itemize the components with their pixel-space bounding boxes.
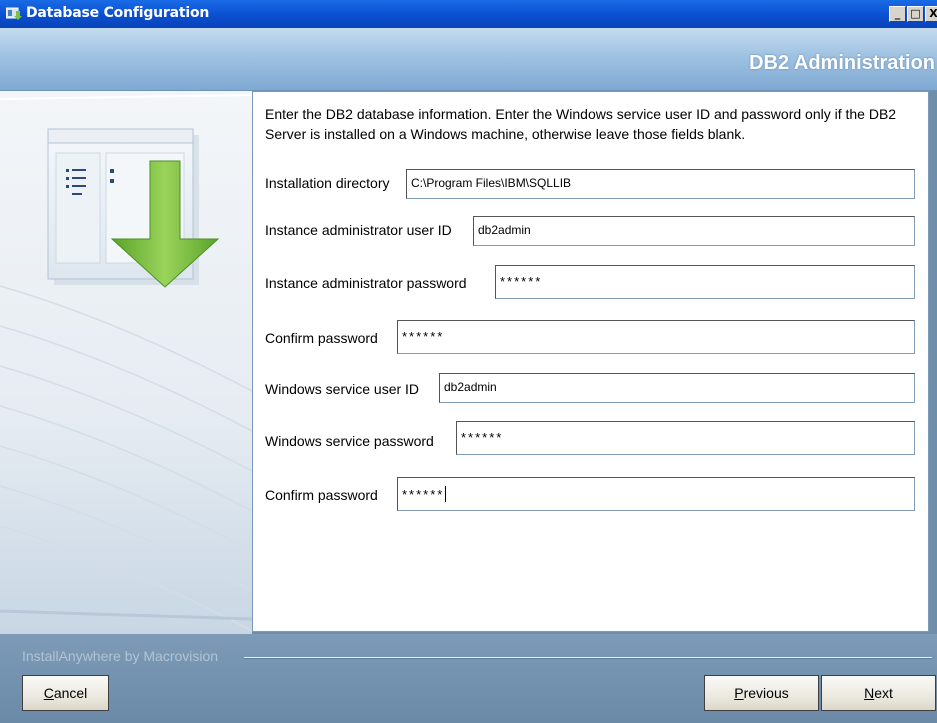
admin-user-input[interactable]: db2admin: [473, 216, 915, 246]
confirm-password-1-label: Confirm password: [265, 330, 378, 346]
admin-user-row: Instance administrator user ID db2admin: [265, 216, 915, 248]
installer-window: Database Configuration _ □ X DB2 Adminis…: [0, 0, 937, 723]
service-user-label: Windows service user ID: [265, 381, 420, 397]
cancel-label: ancel: [53, 685, 88, 701]
confirm-password-2-value: ******: [402, 487, 445, 502]
footer-divider: [244, 657, 932, 659]
close-button[interactable]: X: [925, 6, 937, 22]
service-password-input[interactable]: ******: [456, 421, 915, 455]
cancel-button[interactable]: Cancel: [22, 675, 109, 711]
admin-password-row: Instance administrator password ******: [265, 265, 915, 299]
confirm-password-1-row: Confirm password ******: [265, 320, 915, 354]
install-dir-input[interactable]: C:\Program Files\IBM\SQLLIB: [406, 169, 915, 199]
previous-label: revious: [743, 685, 789, 701]
cancel-mnemonic: C: [43, 685, 54, 701]
next-mnemonic: N: [864, 685, 875, 701]
installer-app-icon: [6, 7, 22, 20]
install-dir-label: Installation directory: [265, 175, 390, 191]
service-user-row: Windows service user ID db2admin: [265, 373, 915, 405]
maximize-button[interactable]: □: [907, 6, 924, 22]
confirm-password-2-label: Confirm password: [265, 487, 378, 503]
header-banner: DB2 Administration: [0, 28, 937, 91]
banner-heading: DB2 Administration: [749, 52, 935, 74]
service-password-label: Windows service password: [265, 433, 434, 449]
admin-user-label: Instance administrator user ID: [265, 222, 452, 238]
illustration-panel: [0, 91, 252, 634]
previous-button[interactable]: Previous: [704, 675, 819, 711]
confirm-password-1-input[interactable]: ******: [397, 320, 915, 354]
instructions-text: Enter the DB2 database information. Ente…: [265, 106, 897, 142]
footer-brand: InstallAnywhere by Macrovision: [22, 648, 219, 664]
form-panel: Enter the DB2 database information. Ente…: [252, 91, 929, 632]
text-caret: [445, 486, 447, 502]
previous-mnemonic: P: [734, 685, 744, 701]
admin-password-input[interactable]: ******: [495, 265, 915, 299]
admin-password-label: Instance administrator password: [265, 275, 467, 291]
confirm-password-2-input[interactable]: ******: [397, 477, 915, 511]
title-bar[interactable]: Database Configuration _ □ X: [0, 0, 937, 28]
service-user-input[interactable]: db2admin: [439, 373, 915, 403]
minimize-button[interactable]: _: [889, 6, 906, 22]
service-password-row: Windows service password ******: [265, 421, 915, 455]
next-button[interactable]: Next: [821, 675, 936, 711]
confirm-password-2-row: Confirm password ******: [265, 477, 915, 511]
database-download-arrow-icon: [0, 94, 252, 632]
install-dir-row: Installation directory C:\Program Files\…: [265, 169, 915, 201]
window-title: Database Configuration: [26, 5, 210, 21]
next-label: ext: [874, 685, 893, 701]
